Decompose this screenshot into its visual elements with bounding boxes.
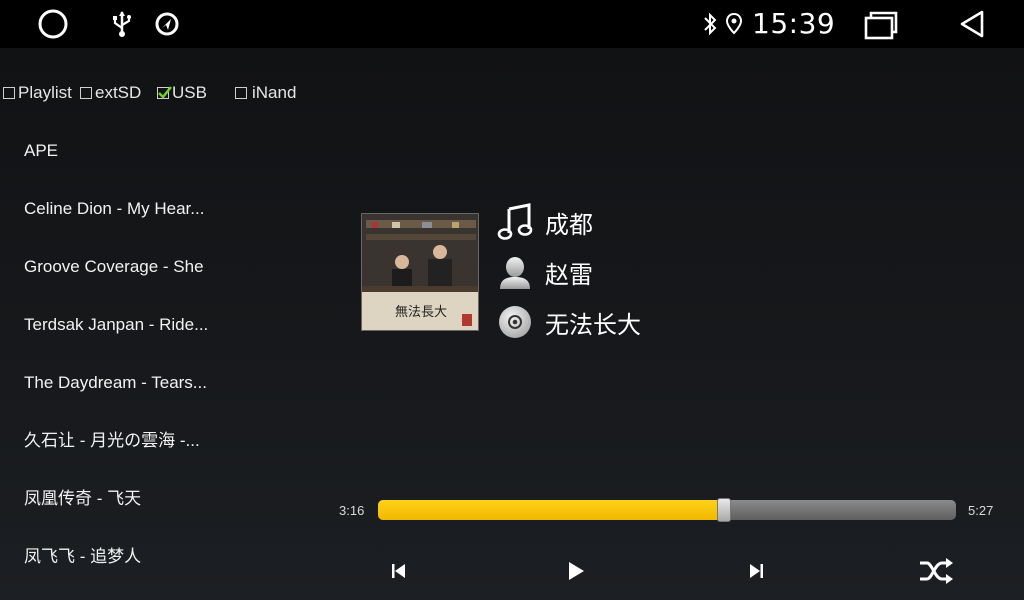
album-art: 無法長大 [361, 213, 479, 331]
meta-title-row: 成都 [497, 202, 593, 242]
list-item[interactable]: The Daydream - Tears... [24, 368, 224, 398]
source-extsd[interactable]: extSD [80, 78, 141, 108]
list-item[interactable]: Terdsak Janpan - Ride... [24, 310, 224, 340]
check-icon [158, 86, 172, 99]
previous-button[interactable] [379, 553, 419, 589]
checkbox[interactable] [235, 87, 247, 99]
checkbox[interactable] [80, 87, 92, 99]
back-icon[interactable] [958, 9, 988, 39]
next-button[interactable] [736, 553, 776, 589]
album-art-title: 無法長大 [395, 305, 447, 320]
recent-apps-icon[interactable] [864, 10, 898, 40]
source-label: Playlist [18, 83, 72, 102]
status-clock: 15:39 [752, 7, 836, 40]
progress-fill [378, 500, 725, 520]
list-item[interactable]: Celine Dion - My Hear... [24, 194, 224, 224]
meta-album-row: 无法长大 [497, 302, 641, 342]
shuffle-button[interactable] [914, 553, 958, 589]
progress-bar[interactable] [378, 498, 956, 522]
source-usb[interactable]: USB [157, 78, 207, 108]
play-icon [569, 562, 584, 580]
source-label: extSD [95, 83, 142, 102]
play-button[interactable] [556, 553, 596, 589]
song-title: 成都 [545, 210, 593, 239]
bluetooth-icon [700, 12, 720, 36]
list-item[interactable]: 凤凰传奇 - 飞天 [24, 484, 224, 514]
list-item[interactable]: APE [24, 136, 224, 166]
next-icon [750, 564, 763, 578]
progress-thumb[interactable] [717, 498, 732, 522]
checkbox-checked[interactable] [157, 86, 172, 99]
gps-nav-icon [154, 11, 180, 37]
checkbox[interactable] [3, 87, 15, 99]
previous-icon [392, 564, 405, 578]
source-inand[interactable]: iNand [235, 78, 296, 108]
source-playlist[interactable]: Playlist [3, 78, 72, 108]
shuffle-icon [920, 558, 953, 584]
elapsed-time: 3:16 [339, 503, 365, 518]
list-item[interactable]: Groove Coverage - She [24, 252, 224, 282]
source-selector: Playlist extSD USB iNand [0, 78, 400, 108]
meta-artist-row: 赵雷 [497, 252, 593, 292]
music-note-icon [497, 203, 533, 240]
album-disc-icon [499, 306, 531, 338]
location-pin-icon [724, 12, 744, 36]
usb-icon [110, 10, 134, 38]
status-bar: 15:39 [0, 0, 1024, 48]
music-player: Playlist extSD USB iNand APE Celine Dion… [0, 48, 1024, 600]
artist-person-icon [500, 257, 530, 289]
source-label: iNand [252, 83, 297, 102]
album-name: 无法长大 [545, 310, 641, 339]
artist-name: 赵雷 [545, 260, 593, 289]
list-item[interactable]: 凤飞飞 - 追梦人 [24, 542, 224, 572]
total-time: 5:27 [968, 503, 994, 518]
home-circle-icon[interactable] [37, 8, 69, 40]
list-item[interactable]: 久石让 - 月光の雲海 -... [24, 426, 224, 456]
source-label: USB [172, 83, 207, 102]
